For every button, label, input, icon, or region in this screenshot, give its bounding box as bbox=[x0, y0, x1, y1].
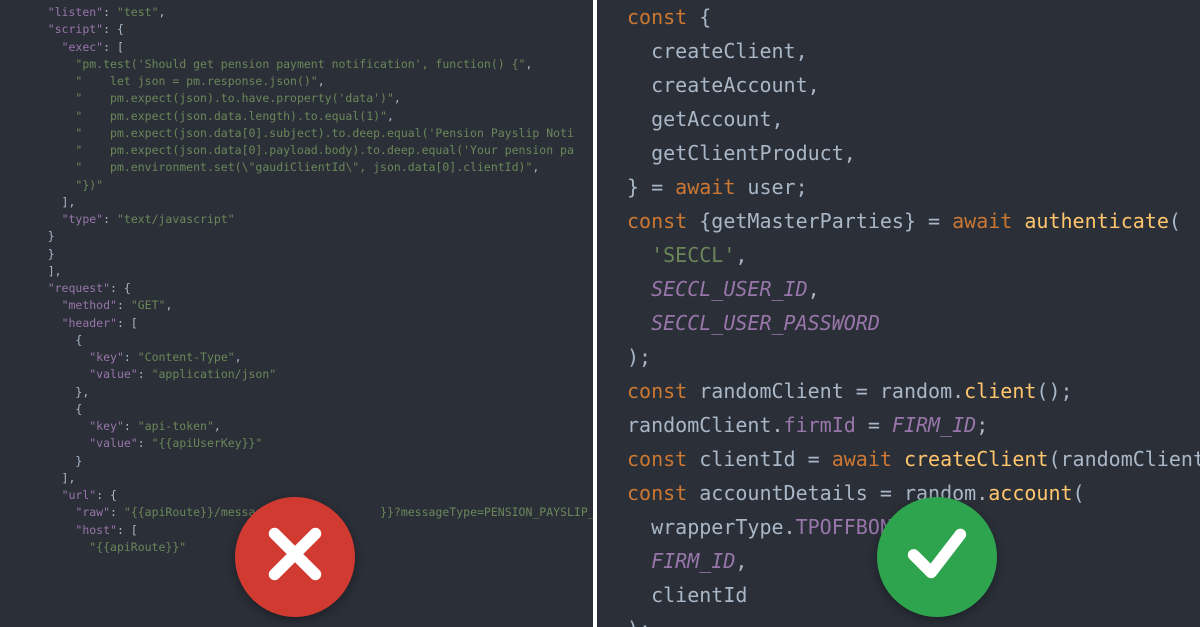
check-badge bbox=[877, 497, 997, 617]
code-panel-good: const { createClient, createAccount, get… bbox=[597, 0, 1200, 627]
code-panel-bad: "listen": "test", "script": { "exec": [ … bbox=[0, 0, 593, 627]
code-block-json: "listen": "test", "script": { "exec": [ … bbox=[20, 4, 593, 556]
check-icon bbox=[902, 517, 972, 597]
cross-icon bbox=[260, 519, 330, 594]
cross-badge bbox=[235, 497, 355, 617]
